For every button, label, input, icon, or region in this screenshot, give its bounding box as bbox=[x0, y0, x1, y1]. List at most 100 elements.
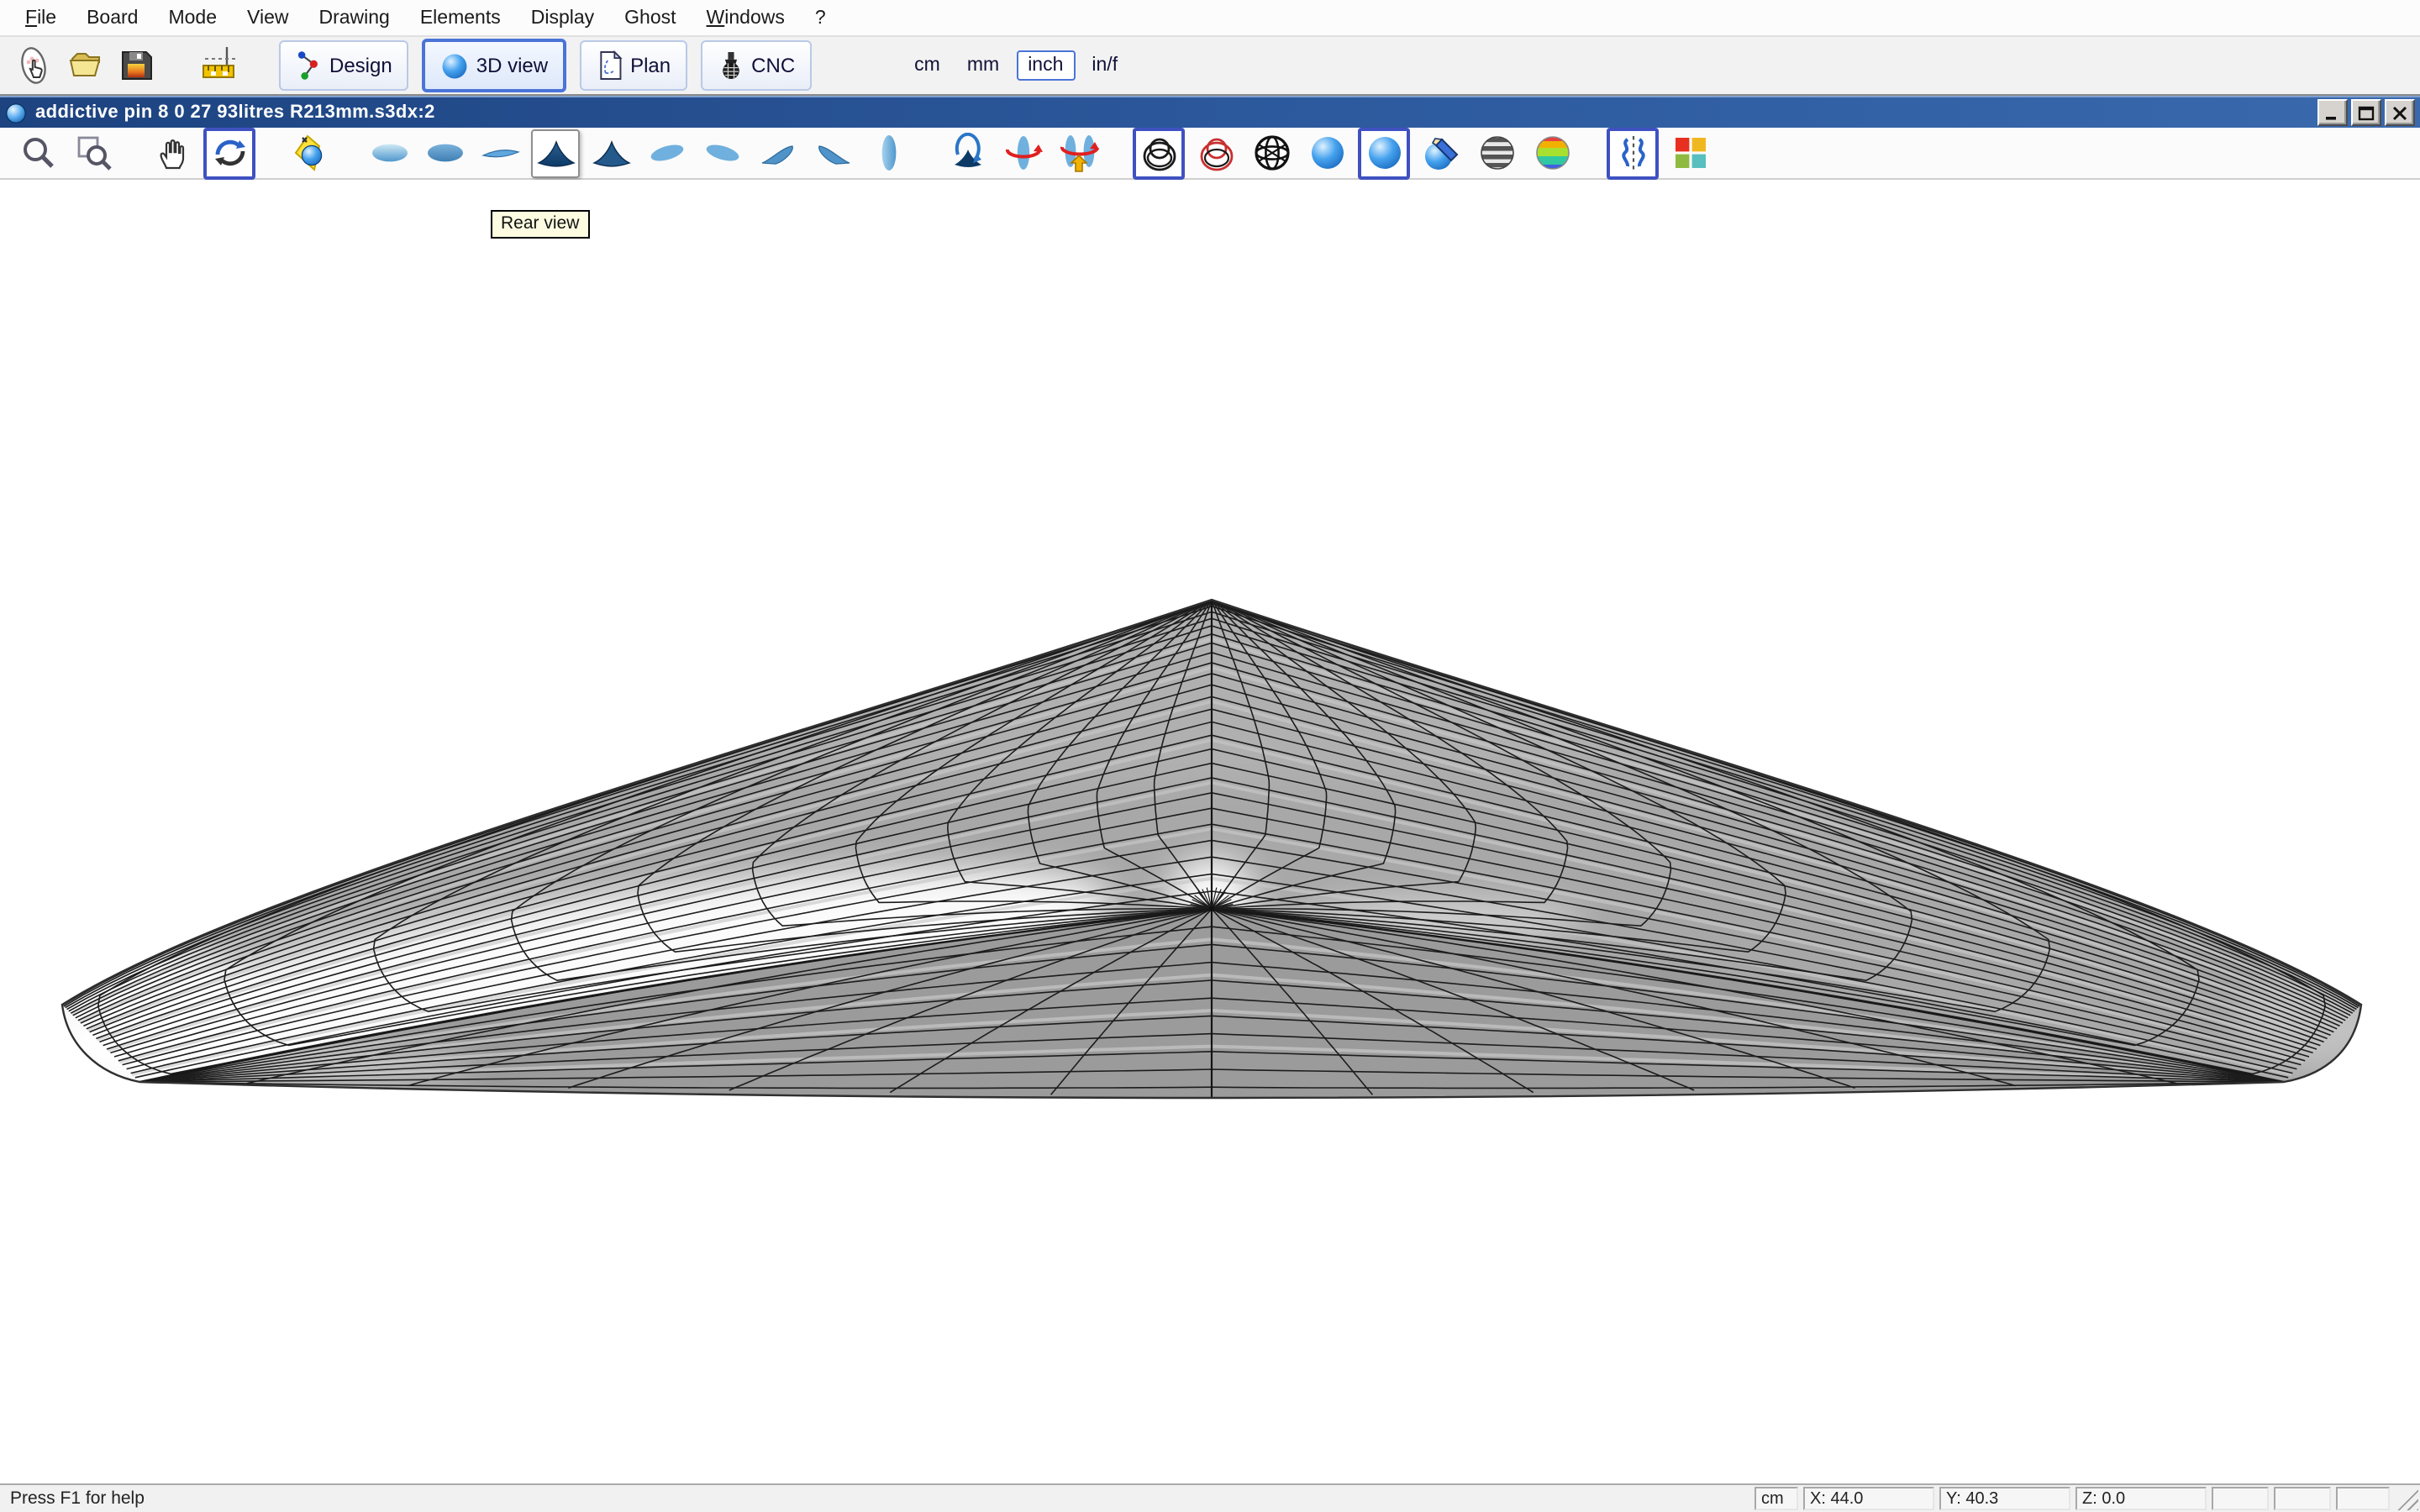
tilted-left-view-icon bbox=[646, 133, 687, 173]
plan-mode-label: Plan bbox=[630, 54, 671, 77]
design-on-3d-icon bbox=[1421, 133, 1461, 173]
surfboard-rear-view-render[interactable] bbox=[0, 180, 2420, 1483]
minimize-icon bbox=[2324, 105, 2341, 120]
status-help-text: Press F1 for help bbox=[0, 1488, 1754, 1509]
status-bar: Press F1 for help cm X: 44.0 Y: 40.3 Z: … bbox=[0, 1483, 2420, 1512]
menu-windows[interactable]: Windows bbox=[692, 4, 800, 31]
unit-mm[interactable]: mm bbox=[957, 52, 1009, 79]
wireframe-mesh-icon bbox=[1251, 133, 1292, 173]
palette-tool[interactable] bbox=[1665, 129, 1714, 177]
measure-button[interactable] bbox=[195, 40, 245, 91]
wireframe-red-icon bbox=[1196, 133, 1236, 173]
design-mode-button[interactable]: Design bbox=[279, 40, 409, 91]
open-file-icon bbox=[66, 45, 106, 86]
menu-elements[interactable]: Elements bbox=[405, 4, 516, 31]
status-z-coordinate: Z: 0.0 bbox=[2075, 1487, 2207, 1510]
pan-icon bbox=[152, 133, 192, 173]
menu-file[interactable]: File bbox=[10, 4, 71, 31]
design-mode-label: Design bbox=[329, 54, 392, 77]
perspective-left-view-icon bbox=[757, 133, 797, 173]
symmetry-tool[interactable] bbox=[1607, 127, 1659, 179]
front-view-icon bbox=[591, 133, 631, 173]
menu-board[interactable]: Board bbox=[71, 4, 153, 31]
3d-view-mode-button[interactable]: 3D view bbox=[423, 39, 566, 92]
front-view-tool[interactable] bbox=[587, 129, 635, 177]
rear-view-icon bbox=[535, 133, 576, 173]
wireframe-white-tool[interactable] bbox=[1133, 127, 1185, 179]
palette-icon bbox=[1670, 133, 1710, 173]
open-file-button[interactable] bbox=[60, 40, 111, 91]
side-view-tool[interactable] bbox=[476, 129, 524, 177]
3d-view-mode-icon bbox=[441, 51, 470, 80]
menu-display[interactable]: Display bbox=[516, 4, 609, 31]
document-title-bar: addictive pin 8 0 27 93litres R213mm.s3d… bbox=[0, 96, 2420, 128]
smooth-sphere-tool[interactable] bbox=[1358, 127, 1410, 179]
status-empty-3 bbox=[2336, 1487, 2390, 1510]
rotate-axis-red-icon bbox=[1002, 133, 1043, 173]
menu-drawing[interactable]: Drawing bbox=[303, 4, 404, 31]
top-view-icon bbox=[369, 133, 409, 173]
design-on-3d-tool[interactable] bbox=[1417, 129, 1465, 177]
wireframe-mesh-tool[interactable] bbox=[1247, 129, 1296, 177]
rotate-axis-lift-icon bbox=[1058, 133, 1098, 173]
rotate-axis-lift-tool[interactable] bbox=[1054, 129, 1102, 177]
menu-view[interactable]: View bbox=[232, 4, 303, 31]
menu-bar: File Board Mode View Drawing Elements Di… bbox=[0, 0, 2420, 37]
save-file-button[interactable] bbox=[111, 40, 161, 91]
zoom-window-tool[interactable] bbox=[69, 129, 118, 177]
symmetry-icon bbox=[1612, 133, 1653, 173]
menu-help[interactable]: ? bbox=[800, 4, 841, 31]
wireframe-red-tool[interactable] bbox=[1192, 129, 1240, 177]
resize-grip[interactable] bbox=[2395, 1487, 2418, 1510]
menu-ghost[interactable]: Ghost bbox=[609, 4, 691, 31]
status-y-coordinate: Y: 40.3 bbox=[1939, 1487, 2070, 1510]
rotate-tool[interactable] bbox=[203, 127, 255, 179]
perspective-right-view-icon bbox=[813, 133, 853, 173]
wireframe-white-icon bbox=[1139, 133, 1179, 173]
cnc-mode-icon bbox=[718, 50, 744, 81]
status-unit: cm bbox=[1754, 1487, 1798, 1510]
unit-inf[interactable]: in/f bbox=[1081, 52, 1128, 79]
solid-sphere-tool[interactable] bbox=[1302, 129, 1351, 177]
menu-mode[interactable]: Mode bbox=[153, 4, 232, 31]
viewport-3d[interactable]: Rear view bbox=[0, 180, 2420, 1483]
stripes-gray-tool[interactable] bbox=[1472, 129, 1521, 177]
bottom-view-tool[interactable] bbox=[420, 129, 469, 177]
perspective-right-view-tool[interactable] bbox=[808, 129, 857, 177]
rotate-longitudinal-tool[interactable] bbox=[943, 129, 992, 177]
status-empty-2 bbox=[2274, 1487, 2331, 1510]
close-button[interactable] bbox=[2385, 99, 2415, 126]
stripes-color-icon bbox=[1532, 133, 1572, 173]
outline-view-tool[interactable] bbox=[864, 129, 913, 177]
measure-icon bbox=[200, 45, 240, 86]
stripes-gray-icon bbox=[1476, 133, 1517, 173]
view-toolbar bbox=[0, 128, 2420, 180]
maximize-icon bbox=[2358, 105, 2375, 120]
smooth-sphere-icon bbox=[1364, 133, 1404, 173]
rear-view-tool[interactable] bbox=[531, 129, 580, 177]
light-tool[interactable] bbox=[286, 129, 334, 177]
shape3d-app-window: File Board Mode View Drawing Elements Di… bbox=[0, 0, 2420, 1512]
plan-mode-icon bbox=[597, 50, 623, 81]
design-mode-icon bbox=[296, 50, 323, 81]
top-view-tool[interactable] bbox=[365, 129, 413, 177]
tilted-right-view-icon bbox=[702, 133, 742, 173]
document-icon bbox=[5, 102, 27, 123]
maximize-button[interactable] bbox=[2351, 99, 2381, 126]
pan-tool[interactable] bbox=[148, 129, 197, 177]
unit-cm[interactable]: cm bbox=[904, 52, 950, 79]
document-title: addictive pin 8 0 27 93litres R213mm.s3d… bbox=[35, 102, 2314, 123]
unit-inch[interactable]: inch bbox=[1016, 50, 1075, 81]
stripes-color-tool[interactable] bbox=[1528, 129, 1576, 177]
minimize-button[interactable] bbox=[2317, 99, 2348, 126]
plan-mode-button[interactable]: Plan bbox=[580, 40, 687, 91]
perspective-left-view-tool[interactable] bbox=[753, 129, 802, 177]
new-board-button[interactable] bbox=[10, 40, 60, 91]
rotate-axis-red-tool[interactable] bbox=[998, 129, 1047, 177]
cnc-mode-button[interactable]: CNC bbox=[701, 40, 812, 91]
bottom-view-icon bbox=[424, 133, 465, 173]
screen: File Board Mode View Drawing Elements Di… bbox=[0, 0, 2420, 1512]
tilted-right-view-tool[interactable] bbox=[697, 129, 746, 177]
tilted-left-view-tool[interactable] bbox=[642, 129, 691, 177]
zoom-tool[interactable] bbox=[13, 129, 62, 177]
